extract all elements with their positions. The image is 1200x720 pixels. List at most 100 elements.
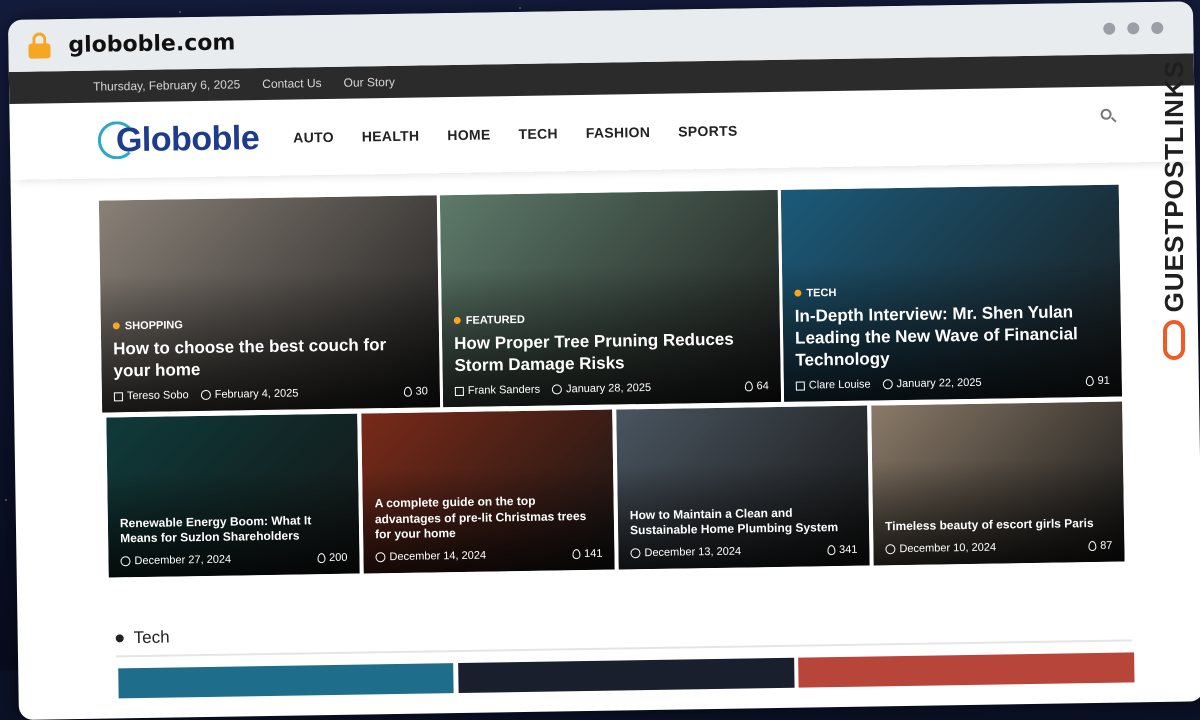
main-nav: AUTO HEALTH HOME TECH FASHION SPORTS [293,123,738,146]
tech-card-preview[interactable] [458,657,795,694]
view-count: 87 [1088,540,1112,552]
post-meta: SHOPPING How to choose the best couch fo… [112,315,428,403]
logo-text: Globoble [115,118,260,159]
view-count: 91 [1085,374,1110,387]
edit-icon [113,391,123,401]
latest-post-card[interactable]: Timeless beauty of escort girls Paris De… [871,401,1125,566]
author-name: Frank Sanders [467,383,541,397]
clock-icon [551,384,563,395]
contact-us-link[interactable]: Contact Us [262,76,322,91]
latest-post-card[interactable]: Renewable Energy Boom: What It Means for… [106,413,360,578]
clock-icon [630,548,641,559]
date-text: December 14, 2024 [389,549,487,564]
post-date: December 27, 2024 [120,554,231,568]
dot-icon [112,322,120,330]
post-meta: TECH In-Depth Interview: Mr. Shen Yulan … [794,282,1110,391]
author[interactable]: Tereso Sobo [113,389,189,403]
author[interactable]: Clare Louise [795,378,871,391]
view-count: 341 [826,543,858,557]
category-label: FEATURED [465,313,525,327]
views-text: 200 [329,551,348,565]
flame-icon [744,381,753,392]
author[interactable]: Frank Sanders [454,383,541,397]
our-story-link[interactable]: Our Story [343,75,395,90]
flame-icon [826,545,836,556]
post-title[interactable]: In-Depth Interview: Mr. Shen Yulan Leadi… [795,300,1110,371]
dot-icon [453,317,461,325]
nav-sports[interactable]: SPORTS [678,123,738,140]
view-count: 64 [744,380,769,393]
featured-post-card[interactable]: FEATURED How Proper Tree Pruning Reduces… [439,189,782,408]
date-text: January 22, 2025 [896,376,982,391]
clock-icon [200,389,211,401]
views-text: 87 [1100,539,1113,552]
window-dot-icon[interactable] [1151,21,1164,35]
bullet-icon [115,634,124,643]
clock-icon [120,556,131,567]
nav-tech[interactable]: TECH [518,125,558,142]
post-title[interactable]: Timeless beauty of escort girls Paris [885,516,1112,535]
post-title[interactable]: Renewable Energy Boom: What It Means for… [120,513,347,548]
clock-icon [885,544,896,555]
date-text: January 28, 2025 [565,381,652,396]
views-text: 91 [1097,374,1110,387]
current-date: Thursday, February 6, 2025 [92,77,241,94]
window-dot-icon[interactable] [1103,22,1116,35]
nav-auto[interactable]: AUTO [293,129,334,146]
featured-post-card[interactable]: SHOPPING How to choose the best couch fo… [98,195,441,413]
nav-fashion[interactable]: FASHION [586,124,651,141]
flame-icon [403,386,412,397]
post-date: December 13, 2024 [630,546,741,560]
date-text: December 10, 2024 [899,541,997,556]
clock-icon [375,552,386,563]
latest-post-card[interactable]: A complete guide on the top advantages o… [361,409,615,574]
watermark: GUESTPOSTLINKS [1154,60,1194,360]
category-label: TECH [806,286,837,300]
post-date: December 10, 2024 [885,542,996,556]
featured-post-card[interactable]: TECH In-Depth Interview: Mr. Shen Yulan … [780,184,1123,402]
nav-home[interactable]: HOME [447,126,490,143]
view-count: 141 [572,548,603,560]
latest-post-card[interactable]: How to Maintain a Clean and Sustainable … [616,405,870,570]
date-text: December 27, 2024 [134,553,232,568]
nav-health[interactable]: HEALTH [362,128,420,145]
views-text: 30 [415,385,428,398]
edit-icon [795,381,805,391]
post-title[interactable]: How to Maintain a Clean and Sustainable … [630,505,857,540]
clock-icon [882,379,893,390]
watermark-text: GUESTPOSTLINKS [1158,60,1189,313]
flame-icon [1088,541,1097,552]
views-text: 141 [584,547,603,561]
views-text: 341 [838,543,858,557]
category-label: SHOPPING [124,319,183,333]
author-name: Tereso Sobo [126,389,189,403]
post-meta: Timeless beauty of escort girls Paris De… [885,516,1113,555]
section-heading: Tech [115,627,170,649]
section-title-text: Tech [133,627,170,648]
site-logo[interactable]: Globoble [97,118,260,161]
view-count: 200 [317,552,348,564]
window-controls [1103,21,1164,35]
post-date: February 4, 2025 [200,387,299,401]
post-title[interactable]: How Proper Tree Pruning Reduces Storm Da… [454,328,769,377]
post-meta: FEATURED How Proper Tree Pruning Reduces… [453,310,769,397]
post-meta: Renewable Energy Boom: What It Means for… [120,513,348,568]
flame-icon [317,553,326,564]
browser-window: globoble.com Thursday, February 6, 2025 … [8,1,1200,720]
edit-icon [454,386,464,396]
date-text: February 4, 2025 [214,387,299,401]
post-date: January 28, 2025 [551,381,652,396]
post-title[interactable]: How to choose the best couch for your ho… [113,333,428,382]
post-meta: How to Maintain a Clean and Sustainable … [630,505,858,560]
views-text: 64 [756,380,769,393]
url-text[interactable]: globoble.com [68,30,235,58]
flame-icon [572,549,581,560]
post-date: December 14, 2024 [375,550,486,564]
post-date: January 22, 2025 [882,376,982,391]
tech-card-preview[interactable] [118,663,454,699]
window-dot-icon[interactable] [1127,22,1140,35]
dot-icon [794,289,802,297]
tech-card-preview[interactable] [798,652,1135,688]
search-icon[interactable] [1100,108,1117,125]
post-title[interactable]: A complete guide on the top advantages o… [375,493,603,543]
